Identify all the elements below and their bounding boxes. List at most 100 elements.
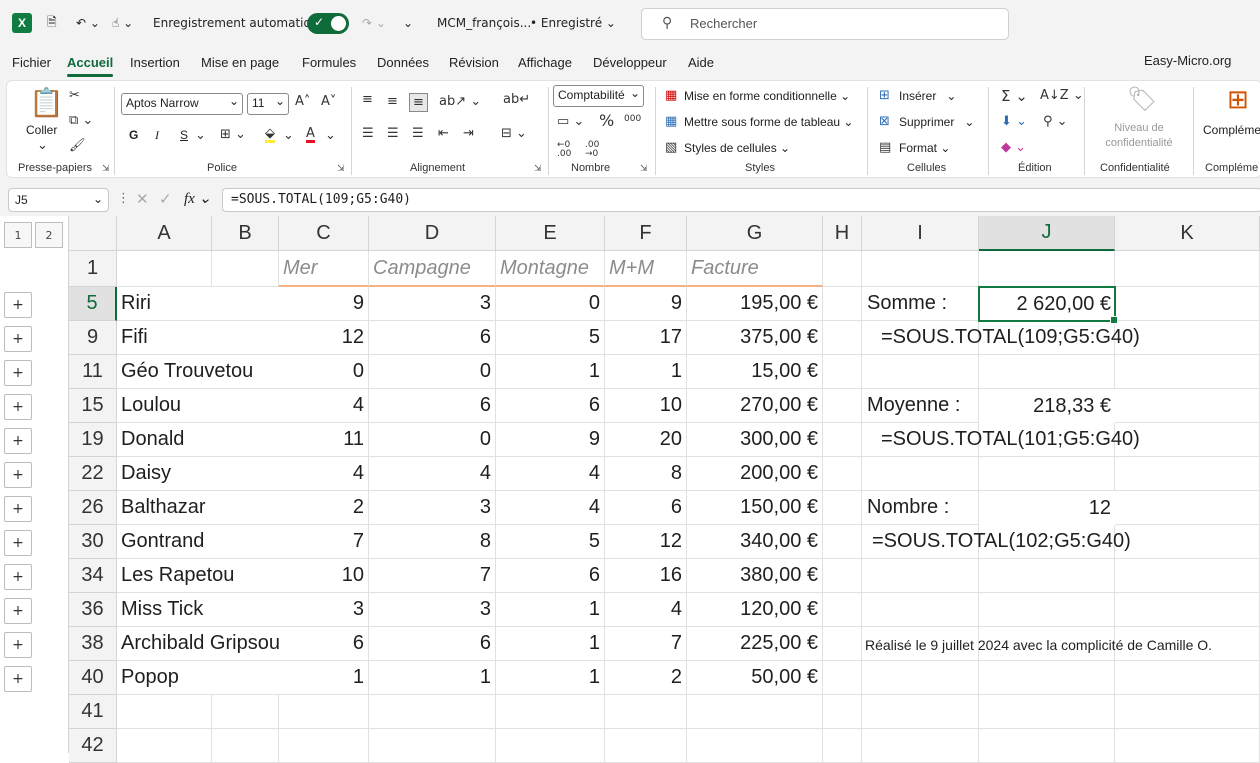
mer-cell[interactable]: 4 [279,457,369,491]
mm-cell[interactable]: 4 [605,593,687,627]
name-cell[interactable]: Donald [117,423,279,457]
expand-group-button[interactable]: + [4,292,32,318]
grid-cell[interactable] [862,695,979,729]
grid-cell[interactable] [279,729,369,763]
mer-cell[interactable]: 9 [279,287,369,321]
row-header-11[interactable]: 11 [69,355,117,389]
name-box[interactable]: J5 ⌄ [8,188,109,212]
cell-styles-icon[interactable]: ▧ [665,141,677,154]
mer-cell[interactable]: 4 [279,389,369,423]
delete-cells-button[interactable]: Supprimer ⌄ [899,115,974,129]
moyenne-value-cell[interactable]: 218,33 € [979,389,1115,423]
touch-mode-icon[interactable]: ☝ ⌄ [112,11,133,35]
shrink-font-icon[interactable]: A˅ [321,95,336,108]
grid-cell[interactable] [823,593,862,627]
formula-input[interactable]: =SOUS.TOTAL(109;G5:G40) [222,188,1260,212]
grid-cell[interactable] [823,491,862,525]
align-bottom-icon[interactable]: ≡ [409,93,428,112]
column-header-g[interactable]: G [687,216,823,251]
column-header-e[interactable]: E [496,216,605,251]
row-header-40[interactable]: 40 [69,661,117,695]
mer-cell[interactable]: 1 [279,661,369,695]
select-all-corner[interactable] [69,216,117,251]
tab-accueil[interactable]: Accueil [67,55,114,77]
fill-color-icon[interactable]: ⬙ [265,127,275,143]
align-top-icon[interactable]: ≡ [362,93,373,106]
grid-cell[interactable] [496,695,605,729]
grid-cell[interactable] [1115,287,1260,321]
conditional-formatting-icon[interactable]: ▦ [665,89,677,102]
tab-aide[interactable]: Aide [688,55,714,70]
grid-cell[interactable] [212,695,279,729]
save-status[interactable]: • Enregistré ⌄ [530,11,616,35]
grid-cell[interactable] [1115,559,1260,593]
align-left-icon[interactable]: ☰ [362,127,374,140]
campagne-cell[interactable]: 0 [369,423,496,457]
more-icon[interactable]: ⋮ [117,191,130,206]
grid-cell[interactable] [823,559,862,593]
column-header-b[interactable]: B [212,216,279,251]
grid-cell[interactable] [823,695,862,729]
row-header-42[interactable]: 42 [69,729,117,763]
paste-icon[interactable]: 📋 [29,89,64,117]
grid-cell[interactable] [1115,729,1260,763]
delete-cells-icon[interactable]: ⊠ [879,115,890,128]
grid-cell[interactable] [862,355,979,389]
mm-cell[interactable]: 16 [605,559,687,593]
nombre-value-cell[interactable]: 12 [979,491,1115,525]
row-header-15[interactable]: 15 [69,389,117,423]
grid-cell[interactable] [823,423,862,457]
format-as-table-icon[interactable]: ▦ [665,115,677,128]
chevron-down-icon[interactable]: ⌄ [325,129,336,142]
paste-button[interactable]: Coller [26,123,57,137]
copy-icon[interactable]: ⧉ ⌄ [69,114,93,127]
montagne-cell[interactable]: 5 [496,321,605,355]
grid-cell[interactable] [687,729,823,763]
autosave-toggle[interactable] [307,13,349,34]
grid-cell[interactable] [823,251,862,287]
column-header-k[interactable]: K [1115,216,1260,251]
sensitivity-icon[interactable]: 🏷 [1127,87,1157,111]
grid-cell[interactable] [979,559,1115,593]
grid-cell[interactable] [823,321,862,355]
mer-cell[interactable]: 10 [279,559,369,593]
grow-font-icon[interactable]: A˄ [295,95,310,108]
grid-cell[interactable] [1115,491,1260,525]
mm-cell[interactable]: 9 [605,287,687,321]
tab-mise-en-page[interactable]: Mise en page [201,55,279,70]
font-name-select[interactable]: Aptos Narrow [121,93,243,115]
campagne-cell[interactable]: 3 [369,491,496,525]
clear-icon[interactable]: ◆ ⌄ [1001,141,1026,154]
grid-cell[interactable] [979,457,1115,491]
campagne-cell[interactable]: 6 [369,321,496,355]
autosum-icon[interactable]: Σ ⌄ [1001,89,1028,104]
montagne-cell[interactable]: 1 [496,355,605,389]
grid-cell[interactable] [1115,593,1260,627]
grid-cell[interactable] [1115,251,1260,287]
underline-button[interactable]: S [180,128,188,142]
accounting-format-icon[interactable]: ▭ ⌄ [557,115,584,128]
column-header-d[interactable]: D [369,216,496,251]
campagne-cell[interactable]: 6 [369,627,496,661]
name-cell[interactable]: Géo Trouvetou [117,355,279,389]
column-header-a[interactable]: A [117,216,212,251]
grid-cell[interactable] [1115,525,1260,559]
facture-cell[interactable]: 380,00 € [687,559,823,593]
grid-cell[interactable] [117,695,212,729]
align-right-icon[interactable]: ☰ [412,127,424,140]
redo-icon[interactable]: ↷ ⌄ [362,11,386,35]
mm-cell[interactable]: 10 [605,389,687,423]
row-header-38[interactable]: 38 [69,627,117,661]
expand-group-button[interactable]: + [4,428,32,454]
column-header-f[interactable]: F [605,216,687,251]
decrease-indent-icon[interactable]: ⇤ [438,127,449,140]
launcher-icon[interactable]: ⇲ [534,164,542,174]
grid-cell[interactable] [369,695,496,729]
name-cell[interactable]: Miss Tick [117,593,279,627]
format-painter-icon[interactable]: 🖌 [69,139,86,152]
merge-center-icon[interactable]: ⊟ ⌄ [501,127,527,140]
tab-formules[interactable]: Formules [302,55,356,70]
montagne-cell[interactable]: 1 [496,627,605,661]
sort-filter-icon[interactable]: A↓Z ⌄ [1040,89,1084,102]
expand-group-button[interactable]: + [4,462,32,488]
